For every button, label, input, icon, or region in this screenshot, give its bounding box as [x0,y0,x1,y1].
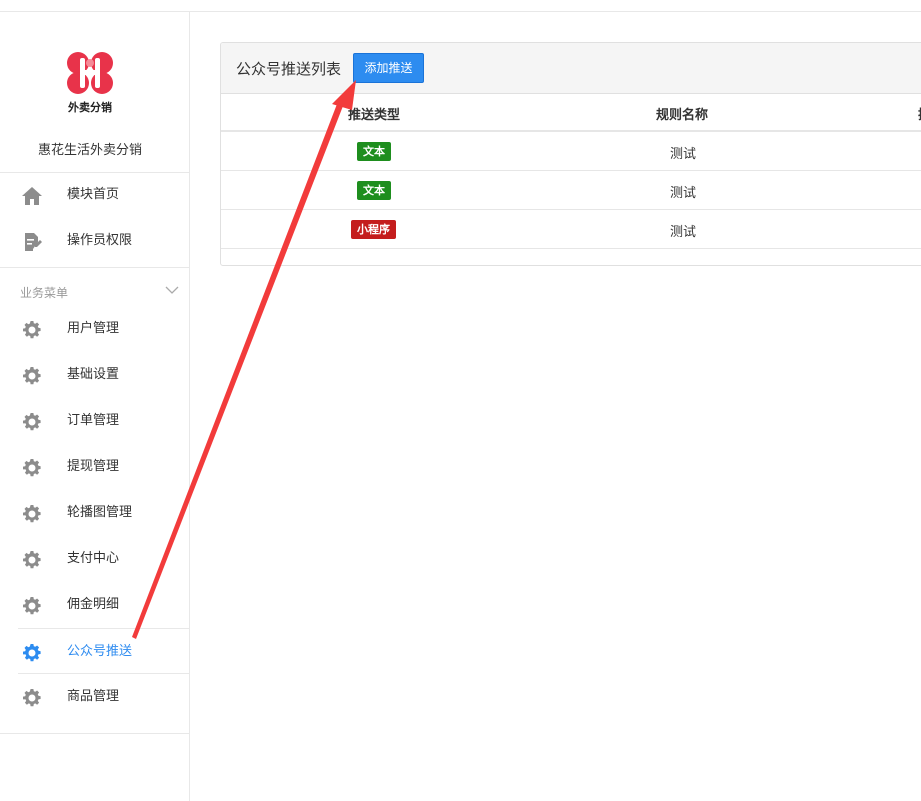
gear-icon [21,595,43,617]
gear-icon [21,319,43,341]
gear-icon [21,687,43,709]
column-header-rule-name: 规则名称 [656,108,709,123]
sidebar-item-label: 商品管理 [67,689,120,704]
sidebar-item-operator-permission[interactable]: 操作员权限 [0,218,189,264]
top-bar [0,0,921,12]
panel-header: 公众号推送列表 添加推送 [221,43,921,94]
add-push-button[interactable]: 添加推送 [353,53,424,83]
sidebar-item-1[interactable]: 基础设置 [0,352,189,398]
divider [0,733,189,734]
sidebar-item-label: 支付中心 [67,551,120,566]
sidebar-item-label: 公众号推送 [67,644,133,659]
menu-group-title: 业务菜单 [20,286,69,300]
sidebar-item-6[interactable]: 佣金明细 [0,582,189,628]
gear-icon [21,457,43,479]
sidebar-item-7[interactable]: 公众号推送 [18,628,189,674]
gear-icon [21,503,43,525]
rule-name-cell: 测试 [670,225,697,240]
sidebar-item-label: 模块首页 [67,187,120,202]
divider [0,267,189,268]
sidebar-item-label: 提现管理 [67,459,120,474]
sidebar-item-label: 订单管理 [67,413,120,428]
home-icon [21,185,43,207]
sidebar-item-4[interactable]: 轮播图管理 [0,490,189,536]
sidebar-item-home[interactable]: 模块首页 [0,172,189,218]
logo-icon [67,52,113,94]
sidebar-item-label: 用户管理 [67,321,120,336]
chevron-down-icon[interactable] [164,282,180,298]
panel-title: 公众号推送列表 [236,60,342,78]
logo-text: 外卖分销 [68,101,112,114]
logo-area: 外卖分销 惠花生活外卖分销 [0,12,189,172]
sidebar-item-label: 操作员权限 [67,233,133,248]
sidebar-item-0[interactable]: 用户管理 [0,306,189,352]
app-name: 惠花生活外卖分销 [37,143,142,158]
push-type-badge: 文本 [357,181,391,200]
table-row: 文本 测试 [221,132,921,171]
rule-name-cell: 测试 [670,147,697,162]
gear-icon [21,549,43,571]
sidebar-item-3[interactable]: 提现管理 [0,444,189,490]
sidebar-item-label: 佣金明细 [67,597,120,612]
gear-icon [21,411,43,433]
rule-name-cell: 测试 [670,186,697,201]
sidebar-item-8[interactable]: 商品管理 [0,674,189,720]
table-row: 小程序 测试 [221,210,921,249]
sidebar-item-label: 轮播图管理 [67,505,133,520]
push-type-badge: 文本 [357,142,391,161]
sidebar-item-2[interactable]: 订单管理 [0,398,189,444]
push-list-panel: 公众号推送列表 添加推送 推送类型 规则名称 操 文本测试文本测试小程序测试 [220,42,921,266]
sidebar-item-label: 基础设置 [67,367,120,382]
document-edit-icon [21,231,43,253]
column-header-push-type: 推送类型 [348,108,401,123]
push-type-badge: 小程序 [351,220,396,239]
sidebar-item-5[interactable]: 支付中心 [0,536,189,582]
gear-icon [21,642,43,664]
sidebar: 外卖分销 惠花生活外卖分销 模块首页 操作员权限 业务菜单 用户管理基础设置订单… [0,12,190,801]
gear-icon [21,365,43,387]
table-row: 文本 测试 [221,171,921,210]
